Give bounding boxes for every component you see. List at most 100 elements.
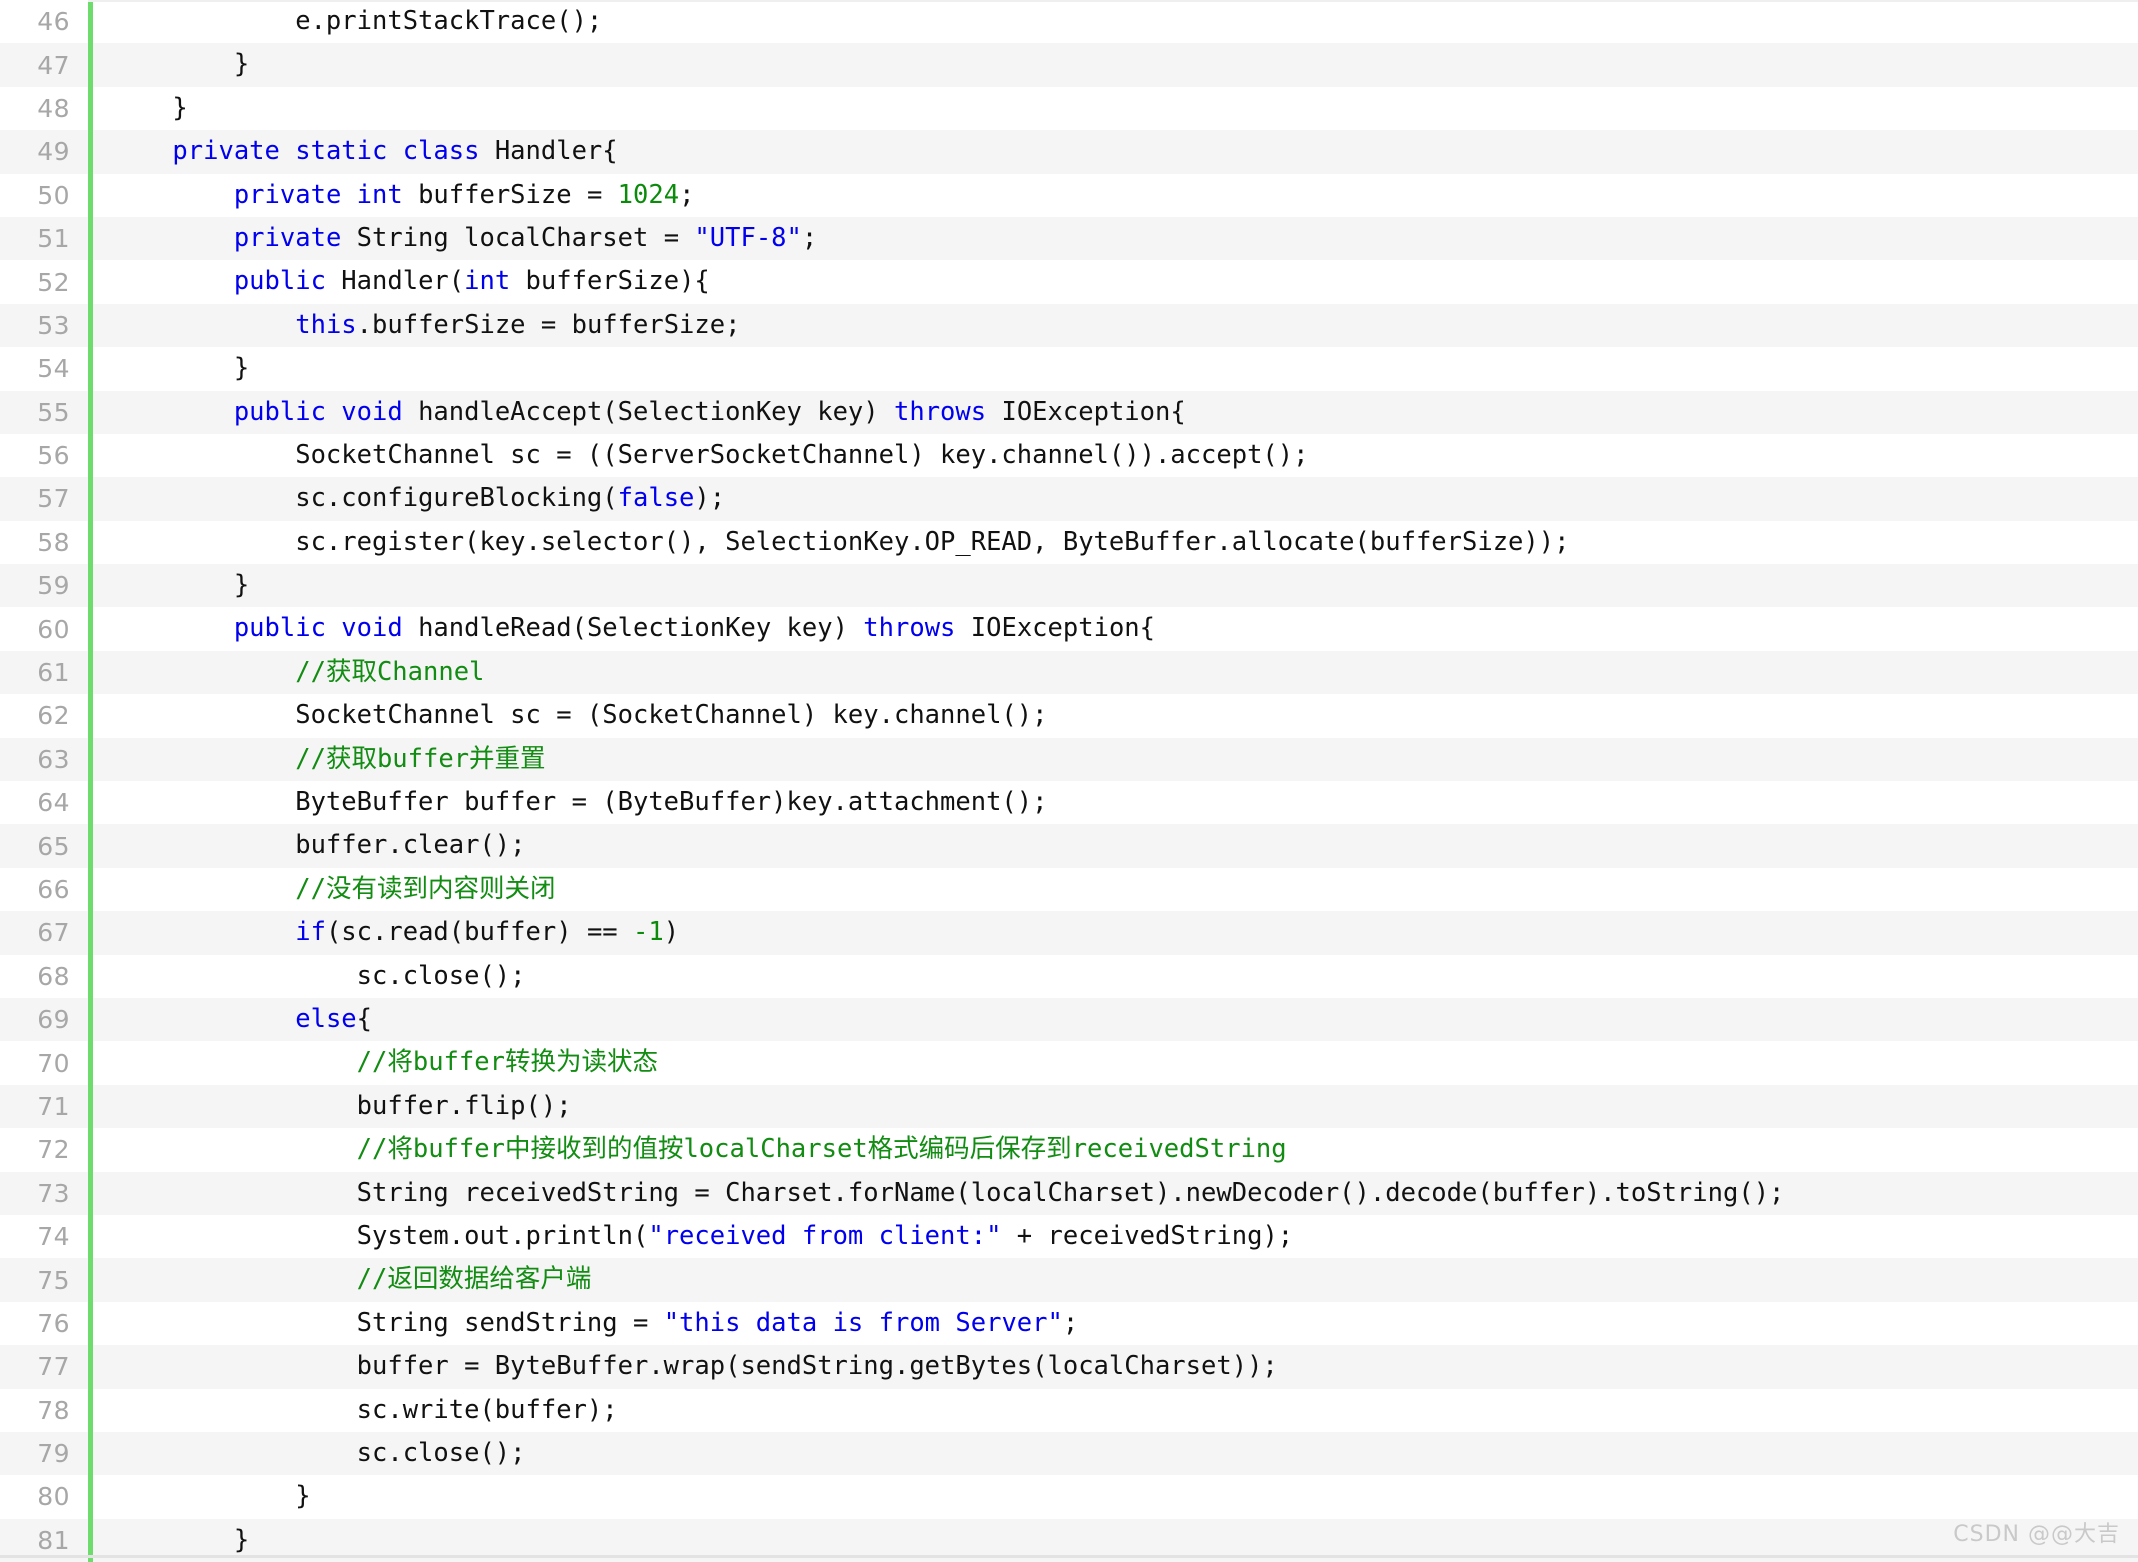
- code-line[interactable]: 78 sc.write(buffer);: [0, 1388, 2138, 1432]
- code-line[interactable]: 56 SocketChannel sc = ((ServerSocketChan…: [0, 433, 2138, 478]
- code-line[interactable]: 68 sc.close();: [0, 954, 2138, 998]
- token-keyword: throws: [894, 396, 987, 427]
- code-block[interactable]: 46 e.printStackTrace(); 47 } 48 } 49 privat…: [0, 0, 2138, 1562]
- token-comment: //将buffer中接收到的值按localCharset格式编码后保存到rece…: [356, 1134, 1287, 1165]
- code-text[interactable]: //获取buffer并重置: [93, 738, 2138, 781]
- token-plain: handleAccept(SelectionKey key): [402, 396, 894, 427]
- code-text[interactable]: if(sc.read(buffer) == -1): [93, 911, 2138, 954]
- code-line[interactable]: 49 private static class Handler{: [0, 130, 2138, 174]
- line-number: 71: [37, 1091, 70, 1121]
- code-text[interactable]: String receivedString = Charset.forName(…: [93, 1172, 2138, 1215]
- code-text[interactable]: //返回数据给客户端: [93, 1258, 2138, 1301]
- code-line[interactable]: 62 SocketChannel sc = (SocketChannel) ke…: [0, 694, 2138, 738]
- token-keyword: if: [295, 917, 326, 948]
- code-line[interactable]: 54 }: [0, 347, 2138, 391]
- code-text[interactable]: //将buffer转换为读状态: [93, 1041, 2138, 1084]
- code-text[interactable]: sc.close();: [93, 1432, 2138, 1475]
- code-line[interactable]: 80 }: [0, 1475, 2138, 1519]
- code-text[interactable]: public void handleAccept(SelectionKey ke…: [93, 391, 2138, 434]
- code-text[interactable]: buffer.flip();: [93, 1085, 2138, 1128]
- line-number: 59: [37, 571, 70, 601]
- code-line[interactable]: 61 //获取Channel: [0, 650, 2138, 695]
- code-line[interactable]: 74 System.out.println("received from cli…: [0, 1214, 2138, 1259]
- line-number: 72: [37, 1135, 70, 1165]
- code-text[interactable]: private String localCharset = "UTF-8";: [93, 217, 2138, 260]
- code-line[interactable]: 77 buffer = ByteBuffer.wrap(sendString.g…: [0, 1345, 2138, 1389]
- token-plain: buffer.clear();: [111, 830, 526, 861]
- code-text[interactable]: sc.register(key.selector(), SelectionKey…: [93, 521, 2138, 564]
- code-text[interactable]: ByteBuffer buffer = (ByteBuffer)key.atta…: [93, 781, 2138, 824]
- code-text[interactable]: else{: [93, 998, 2138, 1041]
- code-text[interactable]: private static class Handler{: [93, 130, 2138, 173]
- token-keyword: public: [233, 266, 326, 297]
- token-plain: );: [694, 483, 726, 514]
- line-number: 65: [37, 831, 70, 861]
- code-line[interactable]: 73 String receivedString = Charset.forNa…: [0, 1171, 2138, 1215]
- code-line[interactable]: 55 public void handleAccept(SelectionKey…: [0, 390, 2138, 434]
- code-line[interactable]: 79 sc.close();: [0, 1431, 2138, 1476]
- code-line[interactable]: 58 sc.register(key.selector(), Selection…: [0, 520, 2138, 565]
- code-line[interactable]: 48 }: [0, 86, 2138, 131]
- token-plain: buffer = ByteBuffer.wrap(sendString.getB…: [111, 1351, 1278, 1382]
- code-text[interactable]: SocketChannel sc = ((ServerSocketChannel…: [93, 434, 2138, 477]
- token-plain: ;: [679, 179, 695, 210]
- code-line[interactable]: 67 if(sc.read(buffer) == -1): [0, 911, 2138, 955]
- code-text[interactable]: }: [93, 43, 2138, 86]
- code-line[interactable]: 64 ByteBuffer buffer = (ByteBuffer)key.a…: [0, 781, 2138, 825]
- code-line[interactable]: 71 buffer.flip();: [0, 1084, 2138, 1129]
- code-line[interactable]: 53 this.bufferSize = bufferSize;: [0, 303, 2138, 348]
- code-line[interactable]: 75 //返回数据给客户端: [0, 1258, 2138, 1302]
- code-text[interactable]: sc.write(buffer);: [93, 1389, 2138, 1432]
- code-text[interactable]: System.out.println("received from client…: [93, 1215, 2138, 1258]
- code-line[interactable]: 63 //获取buffer并重置: [0, 737, 2138, 782]
- code-text[interactable]: }: [93, 87, 2138, 130]
- code-text[interactable]: sc.configureBlocking(false);: [93, 477, 2138, 520]
- code-text[interactable]: public void handleRead(SelectionKey key)…: [93, 607, 2138, 650]
- code-text[interactable]: buffer = ByteBuffer.wrap(sendString.getB…: [93, 1345, 2138, 1388]
- token-plain: Handler(: [325, 266, 465, 297]
- code-line[interactable]: 72 //将buffer中接收到的值按localCharset格式编码后保存到r…: [0, 1128, 2138, 1172]
- token-comment: //获取Channel: [295, 656, 485, 687]
- code-line[interactable]: 76 String sendString = "this data is fro…: [0, 1301, 2138, 1346]
- code-text[interactable]: }: [93, 1475, 2138, 1518]
- token-keyword: private static class: [172, 136, 480, 167]
- code-text[interactable]: buffer.clear();: [93, 824, 2138, 867]
- code-text[interactable]: e.printStackTrace();: [93, 0, 2138, 43]
- token-keyword: private: [233, 222, 342, 253]
- code-line[interactable]: 57 sc.configureBlocking(false);: [0, 477, 2138, 521]
- code-text[interactable]: }: [93, 347, 2138, 390]
- code-line[interactable]: 70 //将buffer转换为读状态: [0, 1041, 2138, 1085]
- code-line[interactable]: 50 private int bufferSize = 1024;: [0, 173, 2138, 217]
- code-text[interactable]: this.bufferSize = bufferSize;: [93, 304, 2138, 347]
- code-text[interactable]: //将buffer中接收到的值按localCharset格式编码后保存到rece…: [93, 1128, 2138, 1171]
- code-line[interactable]: 46 e.printStackTrace();: [0, 0, 2138, 44]
- code-text[interactable]: public Handler(int bufferSize){: [93, 260, 2138, 303]
- code-text[interactable]: SocketChannel sc = (SocketChannel) key.c…: [93, 694, 2138, 737]
- token-plain: ;: [1062, 1307, 1079, 1338]
- code-line[interactable]: 60 public void handleRead(SelectionKey k…: [0, 607, 2138, 651]
- line-number: 53: [37, 310, 70, 340]
- code-line[interactable]: 69 else{: [0, 997, 2138, 1042]
- code-line[interactable]: 59 }: [0, 564, 2138, 608]
- token-plain: ): [663, 917, 680, 948]
- code-text[interactable]: }: [93, 564, 2138, 607]
- code-line[interactable]: 65 buffer.clear();: [0, 824, 2138, 868]
- code-line[interactable]: 51 private String localCharset = "UTF-8"…: [0, 216, 2138, 261]
- code-line[interactable]: 66 //没有读到内容则关闭: [0, 867, 2138, 912]
- code-line[interactable]: 52 public Handler(int bufferSize){: [0, 260, 2138, 304]
- code-line[interactable]: 47 }: [0, 43, 2138, 87]
- code-text[interactable]: //获取Channel: [93, 651, 2138, 694]
- code-text[interactable]: String sendString = "this data is from S…: [93, 1302, 2138, 1345]
- line-number: 66: [37, 875, 70, 904]
- line-number: 52: [37, 267, 70, 297]
- code-text[interactable]: private int bufferSize = 1024;: [93, 174, 2138, 217]
- code-text[interactable]: //没有读到内容则关闭: [93, 868, 2138, 911]
- code-text[interactable]: sc.close();: [93, 955, 2138, 998]
